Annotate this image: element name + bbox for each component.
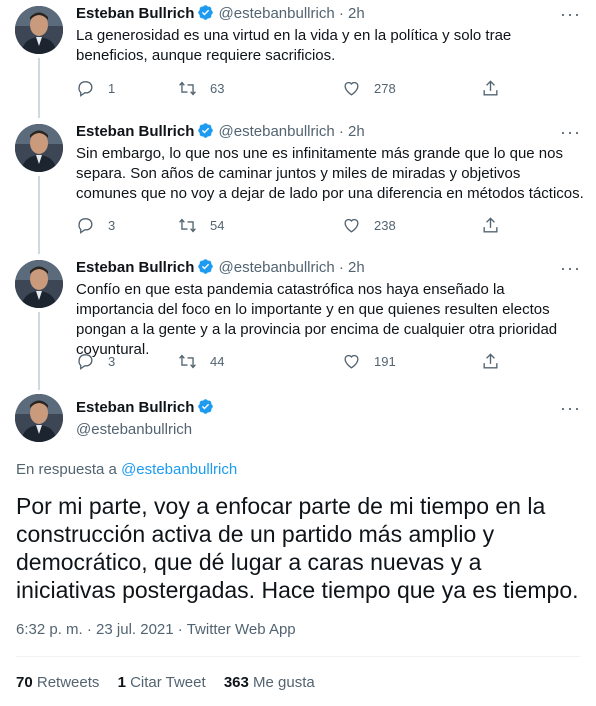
tweet-actions: 1 63 278	[76, 78, 516, 98]
author-handle[interactable]: @estebanbullrich	[219, 123, 335, 140]
divider	[16, 656, 580, 657]
likes-stat[interactable]: 363 Me gusta	[224, 674, 315, 691]
retweet-count: 63	[210, 80, 225, 96]
tweet-time[interactable]: 2h	[348, 259, 365, 276]
retweets-count: 70	[16, 674, 33, 691]
author-name-text[interactable]: Esteban Bullrich	[76, 399, 194, 416]
avatar[interactable]	[15, 260, 63, 308]
thread-tweet-1[interactable]: Esteban Bullrich @estebanbullrich · 2h ·…	[0, 0, 596, 118]
tweet-time[interactable]: 6:32 p. m.	[16, 621, 83, 638]
retweet-button[interactable]: 44	[178, 351, 224, 371]
tweet-stats: 70 Retweets 1 Citar Tweet 363 Me gusta	[16, 673, 329, 693]
author-name[interactable]: Esteban Bullrich	[76, 398, 214, 421]
share-icon	[483, 79, 498, 96]
reply-button[interactable]: 3	[76, 215, 115, 235]
main-tweet-text: Por mi parte, voy a enfocar parte de mi …	[16, 493, 579, 603]
retweet-icon	[179, 81, 196, 95]
author-name[interactable]: Esteban Bullrich	[76, 123, 194, 140]
retweet-icon	[179, 218, 196, 232]
heart-icon	[344, 218, 359, 233]
tweet-time[interactable]: 2h	[348, 123, 365, 140]
likes-count: 363	[223, 674, 249, 691]
tweet-meta: 6:32 p. m. · 23 jul. 2021 · Twitter Web …	[16, 620, 296, 640]
quotes-stat[interactable]: 1 Citar Tweet	[118, 674, 206, 691]
tweet-text: Sin embargo, lo que nos une es infinitam…	[76, 145, 584, 202]
share-button[interactable]	[481, 215, 500, 235]
reply-prefix: En respuesta a	[16, 461, 117, 478]
heart-icon	[344, 81, 359, 96]
like-button[interactable]: 191	[342, 351, 396, 371]
tweet-header: Esteban Bullrich @estebanbullrich · 2h	[76, 4, 365, 27]
author-handle[interactable]: @estebanbullrich	[219, 5, 335, 22]
tweet-text: La generosidad es una virtud en la vida …	[76, 27, 512, 64]
heart-icon	[344, 354, 359, 369]
retweet-button[interactable]: 54	[178, 215, 224, 235]
tweet-actions: 3 44 191	[76, 351, 516, 371]
reply-icon	[78, 353, 93, 370]
share-button[interactable]	[481, 351, 500, 371]
tweet-header: Esteban Bullrich @estebanbullrich · 2h	[76, 122, 365, 145]
tweet-text: Confío en que esta pandemia catastrófica…	[76, 281, 558, 358]
thread-tweet-3[interactable]: Esteban Bullrich @estebanbullrich · 2h ·…	[0, 254, 596, 390]
verified-badge-icon	[197, 398, 214, 421]
retweet-count: 44	[210, 353, 225, 369]
more-options-icon[interactable]: ···	[560, 399, 580, 423]
share-icon	[483, 352, 498, 369]
quotes-label: Citar Tweet	[130, 674, 206, 691]
verified-badge-icon	[197, 258, 214, 281]
tweet-actions: 3 54 238	[76, 215, 516, 235]
author-name[interactable]: Esteban Bullrich	[76, 259, 194, 276]
reply-button[interactable]: 1	[76, 78, 115, 98]
reply-count: 3	[108, 217, 116, 233]
reply-button[interactable]: 3	[76, 351, 115, 371]
share-button[interactable]	[481, 78, 500, 98]
reply-count: 1	[108, 80, 116, 96]
thread-connector	[38, 312, 40, 390]
separator: ·	[86, 621, 92, 638]
thread-tweet-2[interactable]: Esteban Bullrich @estebanbullrich · 2h ·…	[0, 118, 596, 254]
avatar[interactable]	[15, 6, 63, 54]
reply-context: En respuesta a @estebanbullrich	[16, 460, 237, 480]
verified-badge-icon	[197, 122, 214, 145]
separator: ·	[338, 5, 344, 22]
author-handle[interactable]: @estebanbullrich	[76, 420, 192, 440]
thread-connector	[38, 58, 40, 118]
author-handle[interactable]: @estebanbullrich	[219, 259, 335, 276]
separator: ·	[338, 123, 344, 140]
author-name[interactable]: Esteban Bullrich	[76, 5, 194, 22]
like-button[interactable]: 278	[342, 78, 396, 98]
like-count: 191	[374, 353, 396, 369]
like-count: 238	[374, 217, 396, 233]
verified-badge-icon	[197, 4, 214, 27]
reply-count: 3	[108, 353, 116, 369]
share-icon	[483, 216, 498, 233]
retweets-label: Retweets	[36, 674, 100, 691]
avatar[interactable]	[15, 394, 63, 442]
retweet-button[interactable]: 63	[178, 78, 224, 98]
separator: ·	[177, 621, 183, 638]
reply-icon	[78, 80, 93, 97]
tweet-date[interactable]: 23 jul. 2021	[96, 621, 174, 638]
reply-icon	[78, 217, 93, 234]
tweet-source[interactable]: Twitter Web App	[187, 621, 296, 638]
separator: ·	[338, 259, 344, 276]
quotes-count: 1	[117, 674, 126, 691]
like-button[interactable]: 238	[342, 215, 396, 235]
thread-connector	[38, 176, 40, 254]
tweet-header: Esteban Bullrich @estebanbullrich · 2h	[76, 258, 365, 281]
reply-handle-link[interactable]: @estebanbullrich	[121, 461, 237, 478]
likes-label: Me gusta	[253, 674, 315, 691]
tweet-time[interactable]: 2h	[348, 5, 365, 22]
retweet-count: 54	[210, 217, 225, 233]
like-count: 278	[374, 80, 396, 96]
avatar[interactable]	[15, 124, 63, 172]
retweets-stat[interactable]: 70 Retweets	[16, 674, 99, 691]
retweet-icon	[179, 354, 196, 368]
